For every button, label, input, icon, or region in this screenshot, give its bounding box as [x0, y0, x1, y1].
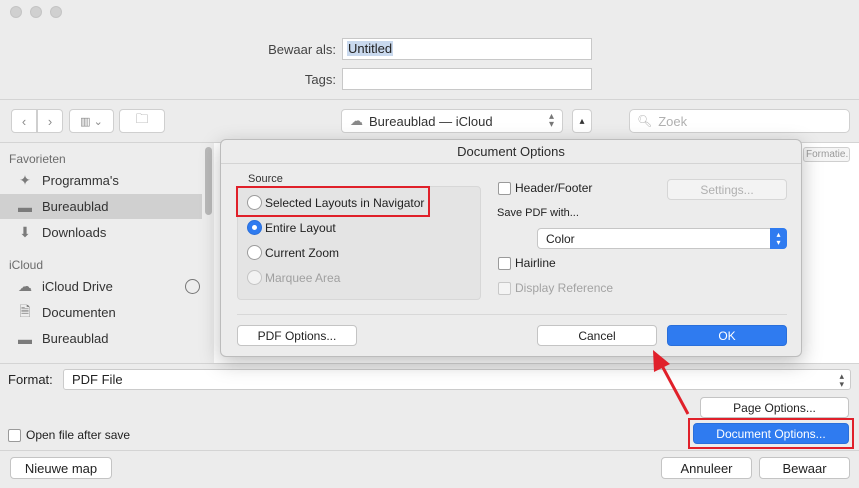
window-controls: [10, 6, 62, 18]
source-group-title: Source: [248, 173, 283, 185]
back-button[interactable]: ‹: [11, 109, 37, 133]
bottom-divider: [0, 450, 859, 451]
sidebar-item-label: Documenten: [42, 305, 116, 320]
new-folder-button[interactable]: Nieuwe map: [10, 457, 112, 479]
header-divider: [0, 99, 859, 100]
save-as-label: Bewaar als:: [268, 42, 336, 57]
sidebar-item-downloads[interactable]: ⬇ Downloads: [0, 220, 202, 245]
radio-marquee-area: Marquee Area: [247, 270, 340, 285]
checkbox-box: [498, 256, 511, 270]
sidebar-item-label: Downloads: [42, 225, 107, 240]
display-reference-checkbox: Display Reference: [498, 281, 613, 295]
desktop-icon: ▬: [18, 198, 32, 215]
dialog-ok-button[interactable]: OK: [667, 325, 787, 346]
checkbox-box: [498, 281, 511, 295]
forward-button[interactable]: ›: [37, 109, 63, 133]
tags-label: Tags:: [304, 72, 336, 87]
search-field[interactable]: 🔍︎ Zoek: [629, 109, 850, 133]
radio-entire-layout[interactable]: Entire Layout: [247, 220, 336, 235]
header-footer-checkbox[interactable]: Header/Footer: [498, 181, 592, 195]
close-window-button[interactable]: [10, 6, 22, 18]
cloud-icon: ☁: [18, 278, 32, 294]
checkbox-box: [8, 428, 21, 442]
hairline-label: Hairline: [515, 256, 556, 270]
sidebar-item-label: Bureaublad: [42, 331, 109, 346]
display-reference-label: Display Reference: [515, 281, 614, 295]
format-popup[interactable]: PDF File ▴ ▾: [63, 369, 851, 390]
icloud-header: iCloud: [9, 258, 44, 272]
radio-circle: [247, 270, 262, 285]
save-as-value: Untitled: [347, 41, 394, 56]
save-pdf-with-label: Save PDF with...: [497, 207, 579, 219]
favorites-header: Favorieten: [9, 152, 66, 166]
radio-label: Entire Layout: [265, 220, 336, 235]
document-options-dialog: Document Options Source Selected Layouts…: [220, 139, 802, 357]
chevron-up-icon: ▴: [579, 115, 585, 127]
dialog-cancel-button[interactable]: Cancel: [537, 325, 657, 346]
cloud-icon: ☁: [350, 113, 363, 128]
updown-arrows-icon: ▴ ▾: [548, 111, 554, 130]
highlight-frame-document-options: [688, 418, 854, 449]
format-options-button-peek: Formatie...: [803, 147, 850, 162]
pdf-options-button[interactable]: PDF Options...: [237, 325, 357, 346]
save-pdf-color-popup[interactable]: Color ▴ ▾: [537, 228, 787, 249]
desktop-icon: ▬: [18, 330, 32, 347]
radio-current-zoom[interactable]: Current Zoom: [247, 245, 339, 260]
search-icon: 🔍︎: [637, 114, 653, 128]
new-folder-icon: 🗀: [135, 111, 149, 126]
view-mode-button[interactable]: ▥ ⌄: [69, 109, 114, 133]
open-after-save-label: Open file after save: [26, 428, 131, 442]
sidebar-scrollbar[interactable]: [205, 147, 212, 215]
download-icon: ⬇: [19, 224, 31, 240]
sidebar-item-bureaublad-icloud[interactable]: ▬ Bureaublad: [0, 326, 202, 351]
sidebar-item-label: iCloud Drive: [42, 279, 113, 294]
sidebar-item-documenten[interactable]: 🗎 Documenten: [0, 300, 202, 325]
updown-arrows-icon: ▴ ▾: [839, 371, 844, 389]
location-popup[interactable]: ☁ Bureaublad — iCloud ▴ ▾: [341, 109, 563, 133]
hairline-checkbox[interactable]: Hairline: [498, 256, 556, 270]
apps-icon: ✦: [19, 172, 31, 188]
radio-label: Current Zoom: [265, 245, 340, 260]
save-as-field[interactable]: Untitled: [342, 38, 592, 60]
page-options-button[interactable]: Page Options...: [700, 397, 849, 418]
sidebar: Favorieten ✦ Programma's ▬ Bureaublad ⬇ …: [0, 143, 214, 363]
location-value: Bureaublad — iCloud: [369, 113, 493, 129]
radio-circle-selected: [247, 220, 262, 235]
progress-icon: [185, 279, 200, 294]
search-placeholder: Zoek: [658, 113, 688, 129]
cancel-button[interactable]: Annuleer: [661, 457, 752, 479]
sidebar-item-programmas[interactable]: ✦ Programma's: [0, 168, 202, 193]
dialog-separator: [237, 314, 787, 315]
collapse-panel-button[interactable]: ▴: [572, 109, 592, 133]
browser-divider: [0, 363, 859, 364]
columns-view-icon: ▥ ⌄: [80, 115, 103, 128]
sidebar-item-icloud-drive[interactable]: ☁ iCloud Drive: [0, 274, 214, 299]
header-footer-label: Header/Footer: [515, 181, 593, 195]
highlight-frame-selected-layouts: [236, 186, 430, 217]
chevron-right-icon: ›: [47, 113, 53, 129]
chevron-left-icon: ‹: [21, 113, 27, 129]
sidebar-item-bureaublad[interactable]: ▬ Bureaublad: [0, 194, 202, 219]
open-after-save-checkbox[interactable]: Open file after save: [8, 428, 130, 442]
updown-arrows-icon: ▴ ▾: [770, 228, 787, 249]
radio-label: Marquee Area: [265, 270, 341, 285]
save-button[interactable]: Bewaar: [759, 457, 850, 479]
radio-circle: [247, 245, 262, 260]
checkbox-box: [498, 181, 511, 195]
settings-button: Settings...: [667, 179, 787, 200]
tags-field[interactable]: [342, 68, 592, 90]
document-icon: 🗎: [19, 302, 31, 319]
dialog-title: Document Options: [221, 140, 801, 164]
minimize-window-button[interactable]: [30, 6, 42, 18]
new-folder-toolbar-button[interactable]: 🗀: [119, 109, 165, 133]
save-pdf-value: Color: [546, 232, 575, 246]
sidebar-item-label: Programma's: [42, 173, 119, 188]
format-value: PDF File: [72, 372, 123, 387]
sidebar-item-label: Bureaublad: [42, 199, 109, 214]
zoom-window-button[interactable]: [50, 6, 62, 18]
format-label: Format:: [8, 372, 53, 387]
